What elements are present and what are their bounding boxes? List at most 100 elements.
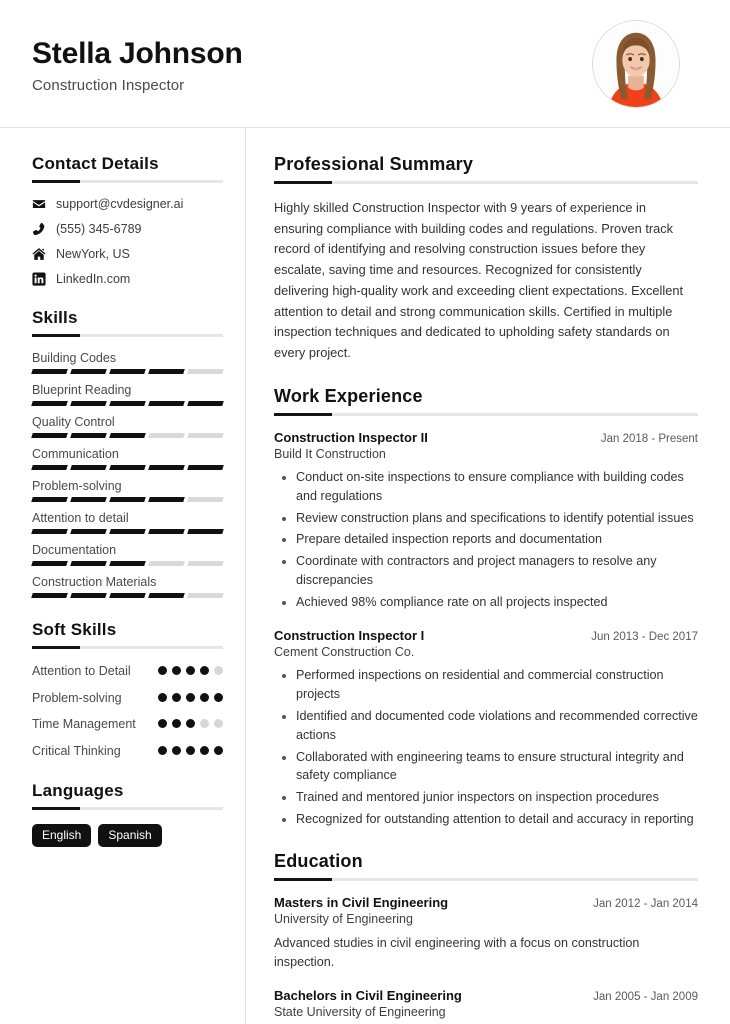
envelope-icon [32, 197, 46, 211]
work-entry-role: Construction Inspector II [274, 429, 428, 445]
skill-label: Quality Control [32, 415, 115, 429]
skill-bar-segment [70, 529, 107, 534]
work-entry: Construction Inspector I Jun 2013 - Dec 2… [274, 628, 698, 829]
skills-list: Building Codes Blueprint Reading Quality C… [31, 351, 224, 598]
soft-skill-rating [158, 743, 223, 755]
skill-bar-segment [70, 561, 107, 566]
soft-skill-rating [158, 663, 223, 675]
skill-bar-segment [148, 593, 185, 598]
skill-bar-segment [187, 433, 224, 438]
skill-bar-segment [31, 369, 68, 374]
contact-value: NewYork, US [56, 247, 130, 261]
contact-value: LinkedIn.com [56, 272, 131, 286]
section-heading: Education [274, 851, 363, 872]
list-item: Conduct on-site inspections to ensure co… [296, 468, 698, 506]
profile-photo-icon [593, 20, 679, 107]
work-entry-company: Build It Construction [274, 446, 386, 461]
skill-bar-segment [31, 433, 68, 438]
skill-label: Building Codes [32, 351, 117, 365]
skill-bar-segment [187, 561, 224, 566]
skill-bar-segment [109, 529, 146, 534]
rating-dot [186, 745, 195, 755]
skill-bar-segment [109, 497, 146, 502]
list-item: Coordinate with contractors and project … [296, 552, 698, 590]
rating-dot [200, 719, 209, 728]
rating-dot [200, 745, 209, 755]
resume-page: Stella Johnson Construction Inspector Co… [0, 0, 730, 1024]
skill-level-bar [31, 401, 224, 406]
skill-bar-segment [70, 433, 107, 438]
section-education: Education Masters in Civil Engineering Ja… [274, 851, 698, 1024]
skill-bar-segment [109, 433, 146, 438]
rating-dot [186, 692, 195, 702]
soft-skill-label: Time Management [32, 717, 136, 731]
skill-bar-segment [148, 465, 185, 470]
skill-bar-segment [187, 529, 224, 534]
list-item: Recognized for outstanding attention to … [296, 810, 698, 829]
soft-skill-item: Critical Thinking [32, 743, 223, 760]
education-entry-header: Bachelors in Civil Engineering Jan 2005 -… [274, 988, 698, 1003]
education-entry: Bachelors in Civil Engineering Jan 2005 -… [274, 988, 698, 1024]
section-soft-skills: Soft Skills Attention to Detail Problem-s… [32, 620, 223, 759]
rating-dot [200, 692, 209, 702]
soft-skill-label: Problem-solving [32, 690, 122, 705]
section-professional-summary: Professional Summary Highly skilled Cons… [274, 154, 698, 364]
work-entry-date: Jun 2013 - Dec 2017 [591, 630, 698, 643]
work-entry-date: Jan 2018 - Present [600, 432, 698, 445]
section-heading: Contact Details [32, 154, 159, 173]
section-heading: Professional Summary [274, 154, 474, 174]
rating-dot [172, 666, 181, 675]
skill-bar-segment [31, 465, 68, 470]
rating-dot [158, 745, 167, 755]
section-languages: Languages English Spanish [32, 781, 223, 848]
soft-skill-rating [158, 716, 223, 728]
heading-rule [32, 180, 223, 183]
rating-dot [172, 692, 181, 702]
section-heading: Skills [32, 308, 78, 327]
work-entry-bullets: Performed inspections on residential and… [274, 666, 698, 829]
skill-bar-segment [31, 593, 68, 598]
skill-bar-segment [70, 401, 107, 406]
skill-level-bar [31, 433, 224, 438]
skill-bar-segment [187, 401, 224, 406]
skill-level-bar [31, 561, 224, 566]
contact-item-email[interactable]: support@cvdesigner.ai [32, 197, 223, 211]
page-title: Stella Johnson [32, 37, 243, 70]
avatar [592, 19, 680, 108]
rating-dot [214, 666, 223, 675]
rating-dot [214, 692, 223, 702]
skill-bar-segment [31, 529, 68, 534]
education-entry-school: University of Engineering [274, 912, 413, 927]
contact-item-linkedin[interactable]: LinkedIn.com [32, 272, 223, 286]
skill-item: Documentation [31, 543, 224, 566]
rating-dot [200, 666, 209, 675]
skill-label: Problem-solving [32, 479, 122, 493]
education-entry-date: Jan 2005 - Jan 2009 [593, 990, 698, 1003]
linkedin-icon [32, 272, 46, 286]
rating-dot [158, 692, 167, 702]
soft-skill-rating [158, 690, 223, 702]
skill-bar-segment [187, 369, 224, 374]
skill-bar-segment [109, 369, 146, 374]
contact-item-location[interactable]: NewYork, US [32, 247, 223, 261]
skill-label: Attention to detail [32, 511, 129, 525]
skill-level-bar [31, 369, 224, 374]
soft-skill-item: Time Management [32, 716, 223, 733]
skill-level-bar [31, 497, 224, 502]
summary-text: Highly skilled Construction Inspector wi… [274, 200, 684, 361]
section-contact-details: Contact Details support@cvdesigner.ai (5… [32, 154, 223, 286]
skill-bar-segment [31, 561, 68, 566]
contact-item-phone[interactable]: (555) 345-6789 [32, 222, 223, 236]
skill-bar-segment [70, 497, 107, 502]
section-heading: Work Experience [274, 385, 423, 406]
education-entry-description: Advanced studies in civil engineering wi… [274, 936, 640, 969]
skill-label: Construction Materials [32, 575, 157, 589]
skill-bar-segment [70, 369, 107, 374]
heading-rule [32, 807, 223, 810]
skill-label: Documentation [32, 543, 117, 557]
header-job-title: Construction Inspector [32, 77, 185, 94]
contact-list: support@cvdesigner.ai (555) 345-6789 New… [32, 197, 223, 286]
section-heading: Languages [32, 781, 124, 800]
education-entry-school: State University of Engineering [274, 1004, 446, 1019]
rating-dot [172, 719, 181, 728]
